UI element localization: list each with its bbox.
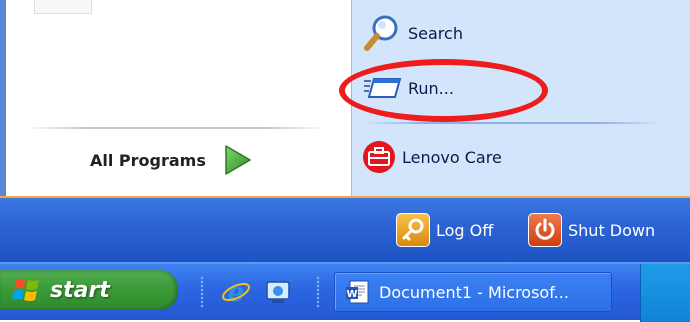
shut-down-label: Shut Down (568, 220, 656, 240)
magnifier-icon (364, 15, 398, 51)
search-label: Search (408, 23, 463, 43)
run-window-icon (364, 78, 402, 98)
start-button[interactable]: start (0, 270, 178, 310)
run-label: Run... (408, 78, 454, 98)
start-label: start (50, 277, 110, 303)
log-off-button[interactable]: Log Off (396, 212, 493, 248)
taskbar: start e W Document1 - Microsof... (0, 262, 690, 322)
svg-text:e: e (228, 278, 245, 308)
windows-flag-icon (12, 279, 39, 301)
frequent-program-item[interactable] (34, 0, 92, 14)
toolbox-icon (363, 141, 395, 173)
notification-tray (640, 264, 690, 322)
internet-explorer-icon[interactable]: e (220, 276, 252, 308)
word-document-icon: W (346, 280, 369, 304)
power-icon (528, 213, 562, 247)
search-menu-item[interactable]: Search (362, 12, 662, 54)
start-menu: All Programs Search Run... Lenovo Care L… (0, 0, 690, 262)
show-desktop-icon[interactable] (262, 276, 294, 308)
lenovo-care-menu-item[interactable]: Lenovo Care (362, 136, 662, 178)
shut-down-button[interactable]: Shut Down (528, 212, 655, 248)
start-menu-bottom-bar: Log Off Shut Down (0, 196, 690, 262)
start-menu-left-pane: All Programs (0, 0, 351, 196)
taskbar-item-label: Document1 - Microsof... (379, 282, 569, 302)
all-programs-button[interactable]: All Programs (66, 140, 316, 180)
toolbar-grip[interactable] (200, 276, 204, 308)
key-icon (396, 213, 430, 247)
log-off-label: Log Off (436, 220, 494, 240)
green-arrow-icon (225, 145, 251, 175)
start-menu-right-pane: Search Run... Lenovo Care (351, 0, 690, 196)
toolbar-grip[interactable] (316, 276, 320, 308)
lenovo-care-label: Lenovo Care (402, 147, 502, 167)
taskbar-item-document[interactable]: W Document1 - Microsof... (334, 272, 612, 312)
left-pane-separator (26, 127, 326, 129)
run-menu-item[interactable]: Run... (362, 67, 662, 109)
right-pane-separator (362, 122, 662, 124)
svg-text:W: W (346, 289, 357, 300)
all-programs-label: All Programs (90, 150, 206, 170)
